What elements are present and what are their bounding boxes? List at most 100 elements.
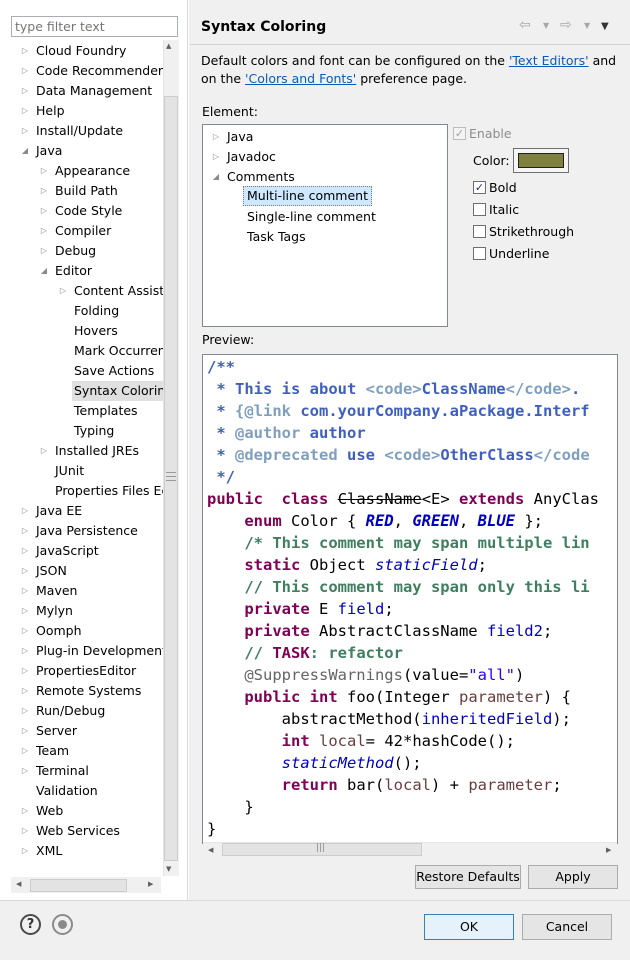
scroll-right-arrow-icon[interactable]: ▶ <box>148 880 153 888</box>
expand-twisty-icon[interactable]: ▷ <box>211 127 221 147</box>
tree-item[interactable]: Java EE <box>36 501 82 521</box>
expand-twisty-icon[interactable]: ▷ <box>20 501 30 521</box>
element-tree-item[interactable]: Multi-line comment <box>243 186 372 206</box>
expand-twisty-icon[interactable]: ▷ <box>211 147 221 167</box>
expand-twisty-icon[interactable]: ▷ <box>39 181 49 201</box>
expand-twisty-icon[interactable]: ▷ <box>20 801 30 821</box>
tree-item[interactable]: Remote Systems <box>36 681 141 701</box>
tree-item[interactable]: Mylyn <box>36 601 73 621</box>
expand-twisty-icon[interactable]: ▷ <box>20 701 30 721</box>
back-arrow-icon[interactable]: ⇦ <box>519 17 531 33</box>
expand-twisty-icon[interactable]: ▷ <box>20 841 30 861</box>
element-tree-item[interactable]: Single-line comment <box>247 207 376 227</box>
colors-and-fonts-link[interactable]: 'Colors and Fonts' <box>245 71 356 86</box>
forward-arrow-icon[interactable]: ⇨ <box>560 17 572 33</box>
tree-item[interactable]: Cloud Foundry <box>36 41 126 61</box>
tree-item[interactable]: Help <box>36 101 65 121</box>
expand-twisty-icon[interactable]: ▷ <box>39 201 49 221</box>
tree-item[interactable]: Debug <box>55 241 96 261</box>
tree-item[interactable]: JUnit <box>55 461 84 481</box>
ok-button[interactable]: OK <box>424 914 514 940</box>
tree-item[interactable]: Team <box>36 741 69 761</box>
restore-defaults-button[interactable]: Restore Defaults <box>415 865 521 889</box>
tree-item[interactable]: Server <box>36 721 77 741</box>
expand-twisty-icon[interactable]: ▷ <box>20 41 30 61</box>
collapse-twisty-icon[interactable]: ◢ <box>20 141 30 161</box>
text-editors-link[interactable]: 'Text Editors' <box>509 53 589 68</box>
pane-divider[interactable] <box>187 0 189 900</box>
tree-item[interactable]: Typing <box>74 421 114 441</box>
underline-checkbox[interactable] <box>473 247 486 260</box>
expand-twisty-icon[interactable]: ▷ <box>20 581 30 601</box>
expand-twisty-icon[interactable]: ▷ <box>39 161 49 181</box>
expand-twisty-icon[interactable]: ▷ <box>20 661 30 681</box>
tree-item[interactable]: Appearance <box>55 161 130 181</box>
expand-twisty-icon[interactable]: ▷ <box>20 81 30 101</box>
collapse-twisty-icon[interactable]: ◢ <box>211 167 221 187</box>
tree-item[interactable]: Plug-in Development <box>36 641 163 661</box>
tree-item[interactable]: Compiler <box>55 221 111 241</box>
bold-checkbox[interactable]: ✓ <box>473 181 486 194</box>
tree-item[interactable]: Oomph <box>36 621 82 641</box>
cancel-button[interactable]: Cancel <box>522 914 612 940</box>
expand-twisty-icon[interactable]: ▷ <box>39 221 49 241</box>
tree-horizontal-scroll-thumb[interactable] <box>30 879 127 892</box>
tree-item[interactable]: Build Path <box>55 181 118 201</box>
expand-twisty-icon[interactable]: ▷ <box>20 741 30 761</box>
element-tree-item[interactable]: Comments <box>227 167 295 187</box>
tree-item[interactable]: Terminal <box>36 761 89 781</box>
expand-twisty-icon[interactable]: ▷ <box>20 61 30 81</box>
tree-item[interactable]: Java Persistence <box>36 521 138 541</box>
expand-twisty-icon[interactable]: ▷ <box>39 441 49 461</box>
tree-item[interactable]: Editor <box>55 261 92 281</box>
scroll-left-arrow-icon[interactable]: ◀ <box>16 880 21 888</box>
element-tree-item[interactable]: Javadoc <box>227 147 276 167</box>
tree-item[interactable]: Content Assist <box>74 281 163 301</box>
chevron-down-icon[interactable]: ▼ <box>584 21 590 30</box>
italic-checkbox[interactable] <box>473 203 486 216</box>
tree-item[interactable]: Save Actions <box>74 361 154 381</box>
tree-item[interactable]: Java <box>36 141 62 161</box>
color-picker-button[interactable] <box>513 148 569 173</box>
tree-item[interactable]: XML <box>36 841 62 861</box>
strikethrough-checkbox[interactable] <box>473 225 486 238</box>
expand-twisty-icon[interactable]: ▷ <box>20 601 30 621</box>
scroll-down-arrow-icon[interactable]: ▼ <box>166 865 171 873</box>
code-preview[interactable]: /** * This is about <code>ClassName</cod… <box>202 354 618 844</box>
expand-twisty-icon[interactable]: ▷ <box>39 241 49 261</box>
scroll-right-arrow-icon[interactable]: ▶ <box>606 846 611 854</box>
expand-twisty-icon[interactable]: ▷ <box>20 521 30 541</box>
tree-item[interactable]: Validation <box>36 781 98 801</box>
expand-twisty-icon[interactable]: ▷ <box>20 821 30 841</box>
tree-item[interactable]: Web Services <box>36 821 120 841</box>
tree-item[interactable]: Maven <box>36 581 77 601</box>
tree-item[interactable]: JSON <box>36 561 67 581</box>
enable-checkbox[interactable]: ✓ <box>453 127 466 140</box>
expand-twisty-icon[interactable]: ▷ <box>20 541 30 561</box>
expand-twisty-icon[interactable]: ▷ <box>20 681 30 701</box>
expand-twisty-icon[interactable]: ▷ <box>20 121 30 141</box>
expand-twisty-icon[interactable]: ▷ <box>20 721 30 741</box>
expand-twisty-icon[interactable]: ▷ <box>58 281 68 301</box>
element-tree-item[interactable]: Task Tags <box>247 227 306 247</box>
tree-item[interactable]: JavaScript <box>36 541 99 561</box>
help-icon[interactable]: ? <box>20 914 41 935</box>
tree-item[interactable]: Properties Files Ed <box>55 481 163 501</box>
tree-item[interactable]: Code Style <box>55 201 122 221</box>
tree-item[interactable]: Templates <box>74 401 138 421</box>
tree-item[interactable]: Hovers <box>74 321 118 341</box>
import-export-icon[interactable] <box>52 914 73 935</box>
tree-item[interactable]: Run/Debug <box>36 701 105 721</box>
tree-item[interactable]: Mark Occurren <box>74 341 163 361</box>
scroll-up-arrow-icon[interactable]: ▲ <box>166 42 171 50</box>
apply-button[interactable]: Apply <box>528 865 618 889</box>
expand-twisty-icon[interactable]: ▷ <box>20 761 30 781</box>
chevron-down-icon[interactable]: ▼ <box>543 21 549 30</box>
tree-item[interactable]: Install/Update <box>36 121 123 141</box>
tree-item[interactable]: Code Recommenders <box>36 61 163 81</box>
expand-twisty-icon[interactable]: ▷ <box>20 621 30 641</box>
expand-twisty-icon[interactable]: ▷ <box>20 101 30 121</box>
collapse-twisty-icon[interactable]: ◢ <box>39 261 49 281</box>
filter-input[interactable] <box>11 16 178 37</box>
element-tree-item[interactable]: Java <box>227 127 253 147</box>
